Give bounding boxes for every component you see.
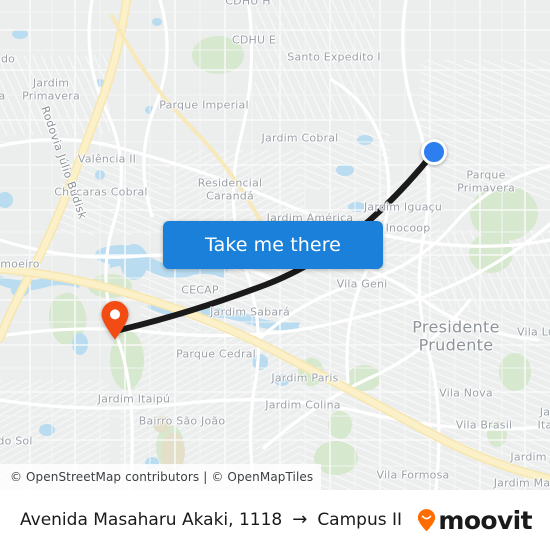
moovit-wordmark: moovit: [438, 505, 532, 535]
map-attribution: © OpenStreetMap contributors | © OpenMap…: [0, 464, 322, 490]
map-canvas[interactable]: CDHU H CDHU E Santo Expedito Ido Jardim Pri…: [0, 0, 550, 490]
openmaptiles-attribution-link[interactable]: © OpenMapTiles: [211, 470, 313, 484]
route-destination-label: Campus II: [317, 510, 403, 530]
moovit-route-screenshot: CDHU H CDHU E Santo Expedito Ido Jardim Pri…: [0, 0, 550, 550]
route-summary: Avenida Masaharu Akaki, 1118 → Campus II: [20, 510, 417, 530]
route-footer: Avenida Masaharu Akaki, 1118 → Campus II…: [0, 490, 550, 550]
moovit-logo[interactable]: moovit: [417, 505, 533, 535]
arrow-right-icon: →: [292, 509, 308, 530]
osm-attribution-link[interactable]: © OpenStreetMap contributors: [10, 470, 199, 484]
take-me-there-button[interactable]: Take me there: [163, 221, 383, 269]
origin-marker[interactable]: [100, 300, 130, 340]
take-me-there-label: Take me there: [205, 234, 341, 256]
destination-marker[interactable]: [421, 139, 447, 165]
attribution-separator: |: [203, 470, 208, 484]
moovit-pin-icon: [417, 508, 436, 532]
route-origin-label: Avenida Masaharu Akaki, 1118: [20, 510, 283, 530]
